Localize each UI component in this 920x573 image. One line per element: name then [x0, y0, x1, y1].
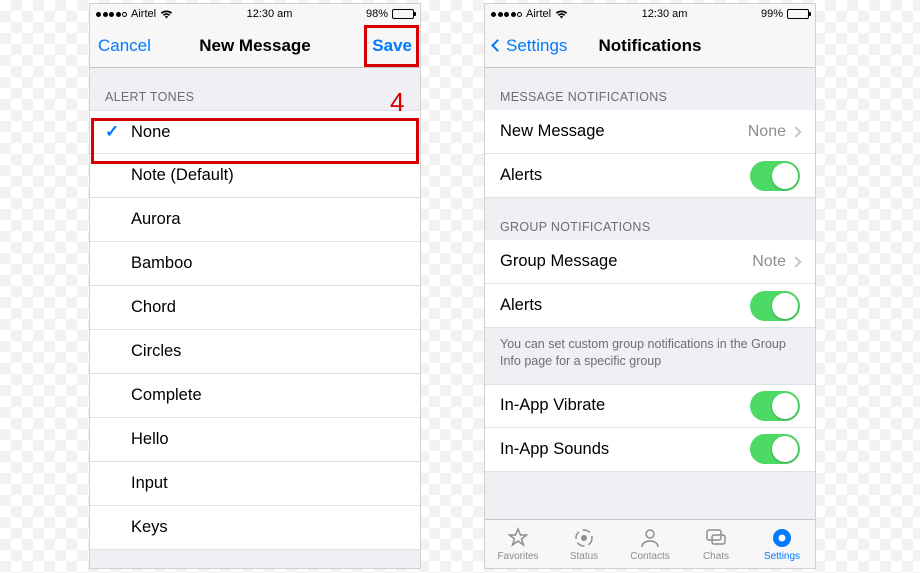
tab-settings[interactable]: Settings	[749, 520, 815, 568]
nav-bar: Settings Notifications	[485, 24, 815, 68]
tone-row-hello[interactable]: Hello	[90, 418, 420, 462]
tone-label: Aurora	[131, 210, 181, 229]
row-group-message[interactable]: Group Message Note	[485, 240, 815, 284]
phone-right: Airtel 12:30 am 99% Settings Notificatio…	[484, 3, 816, 569]
tone-row-none[interactable]: ✓ None	[90, 110, 420, 154]
toggle-switch[interactable]	[750, 161, 800, 191]
tone-label: Note (Default)	[131, 166, 234, 185]
contact-icon	[638, 526, 662, 550]
chevron-back-icon	[491, 39, 504, 52]
tone-label: Input	[131, 474, 168, 493]
row-label: Group Message	[500, 252, 617, 271]
tone-label: None	[131, 123, 170, 142]
tone-label: Chord	[131, 298, 176, 317]
tone-row-note[interactable]: Note (Default)	[90, 154, 420, 198]
row-label: Alerts	[500, 166, 542, 185]
chevron-right-icon	[790, 256, 801, 267]
tone-row-bamboo[interactable]: Bamboo	[90, 242, 420, 286]
tone-row-aurora[interactable]: Aurora	[90, 198, 420, 242]
back-button[interactable]: Settings	[493, 36, 567, 56]
section-header-message-notifications: MESSAGE NOTIFICATIONS	[485, 68, 815, 110]
row-message-alerts[interactable]: Alerts	[485, 154, 815, 198]
tone-row-chord[interactable]: Chord	[90, 286, 420, 330]
annotation-number: 4	[390, 87, 404, 118]
tab-bar: Favorites Status Contacts Chats Settings	[485, 519, 815, 568]
row-label: New Message	[500, 122, 605, 141]
cancel-button[interactable]: Cancel	[98, 36, 151, 56]
save-button[interactable]: Save	[372, 36, 412, 56]
tone-row-circles[interactable]: Circles	[90, 330, 420, 374]
status-bar: Airtel 12:30 am 98%	[90, 4, 420, 24]
tab-label: Status	[570, 551, 598, 562]
signal-dots-icon	[491, 12, 522, 17]
checkmark-icon: ✓	[105, 122, 131, 142]
toggle-switch[interactable]	[750, 434, 800, 464]
toggle-switch[interactable]	[750, 291, 800, 321]
battery-pct-label: 99%	[761, 8, 783, 20]
row-new-message[interactable]: New Message None	[485, 110, 815, 154]
tone-label: Hello	[131, 430, 169, 449]
gear-icon	[770, 526, 794, 550]
tone-label: Complete	[131, 386, 202, 405]
row-inapp-vibrate[interactable]: In-App Vibrate	[485, 384, 815, 428]
tone-label: Bamboo	[131, 254, 192, 273]
row-label: In-App Sounds	[500, 440, 609, 459]
tab-favorites[interactable]: Favorites	[485, 520, 551, 568]
section-header-group-notifications: GROUP NOTIFICATIONS	[485, 198, 815, 240]
tab-label: Settings	[764, 551, 800, 562]
chat-icon	[704, 526, 728, 550]
status-bar: Airtel 12:30 am 99%	[485, 4, 815, 24]
row-group-alerts[interactable]: Alerts	[485, 284, 815, 328]
tab-label: Chats	[703, 551, 729, 562]
tab-contacts[interactable]: Contacts	[617, 520, 683, 568]
carrier-label: Airtel	[131, 8, 156, 20]
carrier-label: Airtel	[526, 8, 551, 20]
section-header-alert-tones: ALERT TONES	[90, 68, 420, 110]
back-label: Settings	[506, 36, 567, 56]
chevron-right-icon	[790, 126, 801, 137]
battery-icon	[787, 9, 809, 19]
tone-label: Circles	[131, 342, 181, 361]
battery-pct-label: 98%	[366, 8, 388, 20]
clock-label: 12:30 am	[642, 8, 688, 20]
wifi-icon	[555, 9, 568, 19]
tab-label: Contacts	[630, 551, 669, 562]
nav-bar: Cancel New Message Save	[90, 24, 420, 68]
tone-row-complete[interactable]: Complete	[90, 374, 420, 418]
clock-label: 12:30 am	[247, 8, 293, 20]
battery-icon	[392, 9, 414, 19]
row-inapp-sounds[interactable]: In-App Sounds	[485, 428, 815, 472]
row-label: In-App Vibrate	[500, 396, 605, 415]
tone-label: Keys	[131, 518, 168, 537]
row-value: None	[748, 123, 786, 141]
tab-label: Favorites	[497, 551, 538, 562]
tab-chats[interactable]: Chats	[683, 520, 749, 568]
tone-row-keys[interactable]: Keys	[90, 506, 420, 550]
tone-list: ✓ None Note (Default) Aurora Bamboo Chor…	[90, 110, 420, 550]
tone-row-input[interactable]: Input	[90, 462, 420, 506]
phone-left: Airtel 12:30 am 98% Cancel New Message S…	[89, 3, 421, 569]
row-value: Note	[752, 253, 786, 271]
tab-status[interactable]: Status	[551, 520, 617, 568]
wifi-icon	[160, 9, 173, 19]
signal-dots-icon	[96, 12, 127, 17]
toggle-switch[interactable]	[750, 391, 800, 421]
status-icon	[572, 526, 596, 550]
row-label: Alerts	[500, 296, 542, 315]
star-icon	[506, 526, 530, 550]
section-footer-note: You can set custom group notifications i…	[485, 328, 815, 384]
